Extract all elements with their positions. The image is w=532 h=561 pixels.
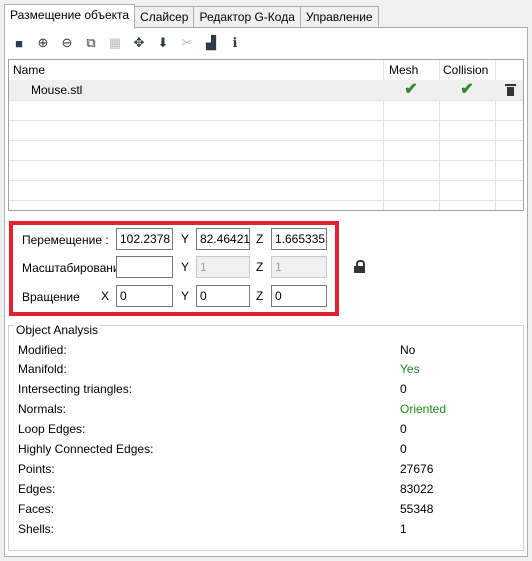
tab-object-placement[interactable]: Размещение объекта xyxy=(4,4,136,29)
analysis-row: Manifold: Yes xyxy=(18,362,518,381)
analysis-row: Modified: No xyxy=(18,343,518,362)
analysis-key: Points: xyxy=(18,462,55,476)
info-icon[interactable]: ℹ xyxy=(224,33,246,53)
analysis-value: 0 xyxy=(400,382,407,396)
analysis-key: Highly Connected Edges: xyxy=(18,442,154,456)
analysis-key: Normals: xyxy=(18,402,67,416)
object-name: Mouse.stl xyxy=(31,83,83,97)
analysis-value: No xyxy=(400,343,416,357)
table-row xyxy=(9,160,523,181)
mesh-check-icon: ✔ xyxy=(404,81,418,98)
tab-gcode-editor[interactable]: Редактор G-Кода xyxy=(193,6,301,28)
analysis-row: Loop Edges: 0 xyxy=(18,422,518,441)
analysis-key: Modified: xyxy=(18,343,67,357)
save-icon[interactable]: ■ xyxy=(8,33,30,53)
analysis-value: Yes xyxy=(400,362,420,376)
column-header-mesh[interactable]: Mesh xyxy=(389,60,418,80)
analysis-value: 1 xyxy=(400,522,407,536)
analysis-value: 83022 xyxy=(400,482,434,496)
cut-icon[interactable]: ✂ xyxy=(176,33,198,53)
land-icon[interactable]: ▟ xyxy=(200,33,222,53)
analysis-row: Edges: 83022 xyxy=(18,482,518,501)
analysis-value: Oriented xyxy=(400,402,447,416)
table-row xyxy=(9,140,523,161)
analysis-key: Faces: xyxy=(18,502,55,516)
analysis-value: 55348 xyxy=(400,502,434,516)
analysis-row: Shells: 1 xyxy=(18,522,518,541)
analysis-row: Highly Connected Edges: 0 xyxy=(18,442,518,461)
tab-slicer[interactable]: Слайсер xyxy=(134,6,195,28)
table-row xyxy=(9,180,523,201)
object-list: Name Mesh Collision Mouse.stl ✔ ✔ xyxy=(8,59,524,211)
grid-header: Name Mesh Collision xyxy=(9,60,523,81)
column-header-name[interactable]: Name xyxy=(13,60,45,80)
center-icon[interactable]: ✥ xyxy=(128,33,150,53)
analysis-key: Shells: xyxy=(18,522,55,536)
add-icon[interactable]: ⊕ xyxy=(32,33,54,53)
grid-icon[interactable]: ▦ xyxy=(104,33,126,53)
toolbar: ■ ⊕ ⊖ ⧉ ▦ ✥ ⬇ ✂ ▟ ℹ xyxy=(8,33,246,53)
tab-control[interactable]: Управление xyxy=(299,6,379,28)
analysis-value: 0 xyxy=(400,422,407,436)
analysis-row: Intersecting triangles: 0 xyxy=(18,382,518,401)
remove-icon[interactable]: ⊖ xyxy=(56,33,78,53)
analysis-value: 0 xyxy=(400,442,407,456)
trash-icon xyxy=(504,84,516,96)
highlight-frame xyxy=(9,221,339,316)
copy-icon[interactable]: ⧉ xyxy=(80,33,102,53)
analysis-row: Normals: Oriented xyxy=(18,402,518,421)
table-row xyxy=(9,100,523,121)
delete-object-button[interactable] xyxy=(495,80,523,100)
analysis-key: Loop Edges: xyxy=(18,422,86,436)
analysis-key: Manifold: xyxy=(18,362,67,376)
tab-strip: Размещение объекта Слайсер Редактор G-Ко… xyxy=(4,4,379,29)
object-analysis-title: Object Analysis xyxy=(14,323,101,337)
column-header-collision[interactable]: Collision xyxy=(443,60,488,80)
analysis-row: Points: 27676 xyxy=(18,462,518,481)
analysis-key: Edges: xyxy=(18,482,56,496)
lock-scale-button[interactable] xyxy=(354,260,365,273)
collision-check-icon: ✔ xyxy=(460,81,474,98)
analysis-value: 27676 xyxy=(400,462,434,476)
table-row[interactable]: Mouse.stl ✔ ✔ xyxy=(9,80,523,101)
analysis-row: Faces: 55348 xyxy=(18,502,518,521)
analysis-key: Intersecting triangles: xyxy=(18,382,133,396)
table-row xyxy=(9,120,523,141)
drop-icon[interactable]: ⬇ xyxy=(152,33,174,53)
